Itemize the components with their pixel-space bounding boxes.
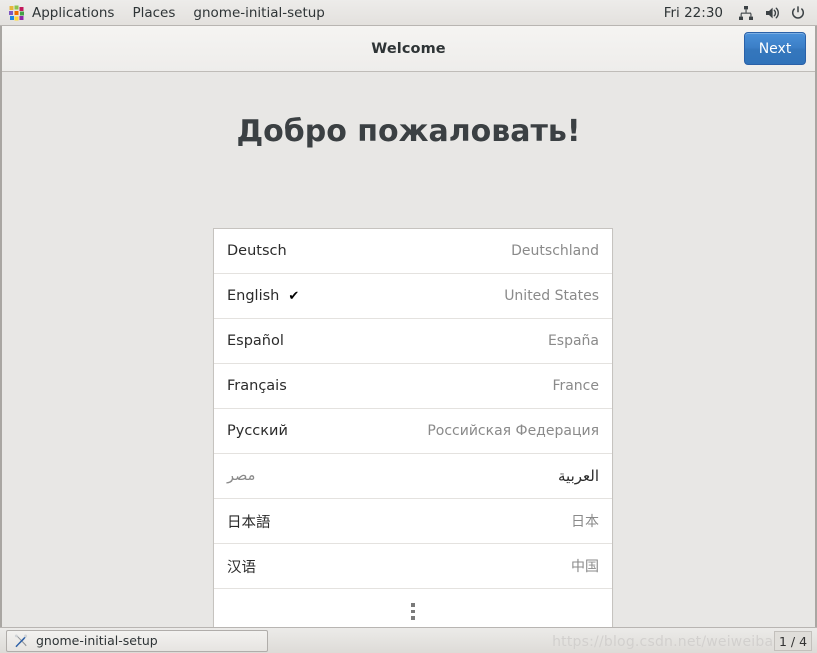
welcome-heading: Добро пожаловать! xyxy=(236,114,581,149)
language-region-label: Российская Федерация xyxy=(427,423,599,439)
language-region-label: مصر xyxy=(227,468,256,484)
language-row[interactable]: Deutsch Deutschland xyxy=(214,229,612,274)
language-name: Français xyxy=(227,378,287,394)
language-name-label: Français xyxy=(227,378,287,394)
language-name-label: Español xyxy=(227,333,284,349)
language-name-label: Русский xyxy=(227,423,288,439)
language-name: Русский xyxy=(227,423,288,439)
language-region-label: 日本 xyxy=(571,514,599,530)
language-name-label: Deutsch xyxy=(227,243,287,259)
language-name: Deutsch xyxy=(227,243,287,259)
language-region-label: Deutschland xyxy=(511,243,599,259)
taskbar-window-button[interactable]: gnome-initial-setup xyxy=(6,629,268,652)
network-icon[interactable] xyxy=(733,0,759,26)
applications-grid-icon xyxy=(9,5,24,20)
places-menu-label: Places xyxy=(132,4,176,21)
language-row[interactable]: 日本語 日本 xyxy=(214,499,612,544)
desktop-screen: Applications Places gnome-initial-setup … xyxy=(0,0,817,653)
watermark-text: https://blog.csdn.net/weiweibao xyxy=(552,634,782,650)
window-menu-label: gnome-initial-setup xyxy=(193,4,325,21)
taskbar-window-label: gnome-initial-setup xyxy=(36,633,158,648)
window-titlebar: Welcome Next xyxy=(2,26,815,72)
language-region-label: 中国 xyxy=(571,559,599,575)
language-row[interactable]: 汉语 中国 xyxy=(214,544,612,589)
language-name-label: 汉语 xyxy=(227,559,256,576)
language-row[interactable]: Français France xyxy=(214,364,612,409)
panel-status-area: Fri 22:30 xyxy=(654,0,817,26)
workspace-switcher[interactable]: 1 / 4 xyxy=(774,631,812,651)
language-name: Español xyxy=(227,333,284,349)
next-button[interactable]: Next xyxy=(744,32,806,65)
applications-menu-label: Applications xyxy=(32,4,115,21)
window-content: Добро пожаловать! Deutsch Deutschland Engl… xyxy=(2,72,815,635)
language-region-label: España xyxy=(547,333,599,349)
language-list: Deutsch Deutschland English ✔ United States E… xyxy=(213,228,613,635)
taskbar: gnome-initial-setup https://blog.csdn.ne… xyxy=(0,627,817,653)
language-name: 汉语 xyxy=(227,556,256,577)
language-region-label: France xyxy=(552,378,599,394)
language-row[interactable]: English ✔ United States xyxy=(214,274,612,319)
applications-menu[interactable]: Applications xyxy=(0,0,123,26)
volume-icon[interactable] xyxy=(759,0,785,26)
top-panel: Applications Places gnome-initial-setup … xyxy=(0,0,817,26)
gnome-initial-setup-window: Welcome Next Добро пожаловать! Deutsch De… xyxy=(0,26,817,635)
tools-icon xyxy=(14,634,28,647)
language-row[interactable]: العربية مصر xyxy=(214,454,612,499)
language-name-label: 日本語 xyxy=(227,514,271,531)
power-icon[interactable] xyxy=(785,0,811,26)
language-name: English ✔ xyxy=(227,288,299,304)
language-row[interactable]: Русский Российская Федерация xyxy=(214,409,612,454)
clock[interactable]: Fri 22:30 xyxy=(654,5,733,21)
language-name-label: العربية xyxy=(558,467,599,485)
page-title: Welcome xyxy=(371,40,446,57)
window-menu[interactable]: gnome-initial-setup xyxy=(184,0,333,26)
vertical-ellipsis-icon xyxy=(411,603,415,620)
language-region-label: United States xyxy=(504,288,599,304)
places-menu[interactable]: Places xyxy=(123,0,184,26)
language-name: العربية xyxy=(558,467,599,485)
language-name: 日本語 xyxy=(227,511,271,532)
check-icon: ✔ xyxy=(288,288,300,304)
language-row[interactable]: Español España xyxy=(214,319,612,364)
language-name-label: English xyxy=(227,288,280,304)
